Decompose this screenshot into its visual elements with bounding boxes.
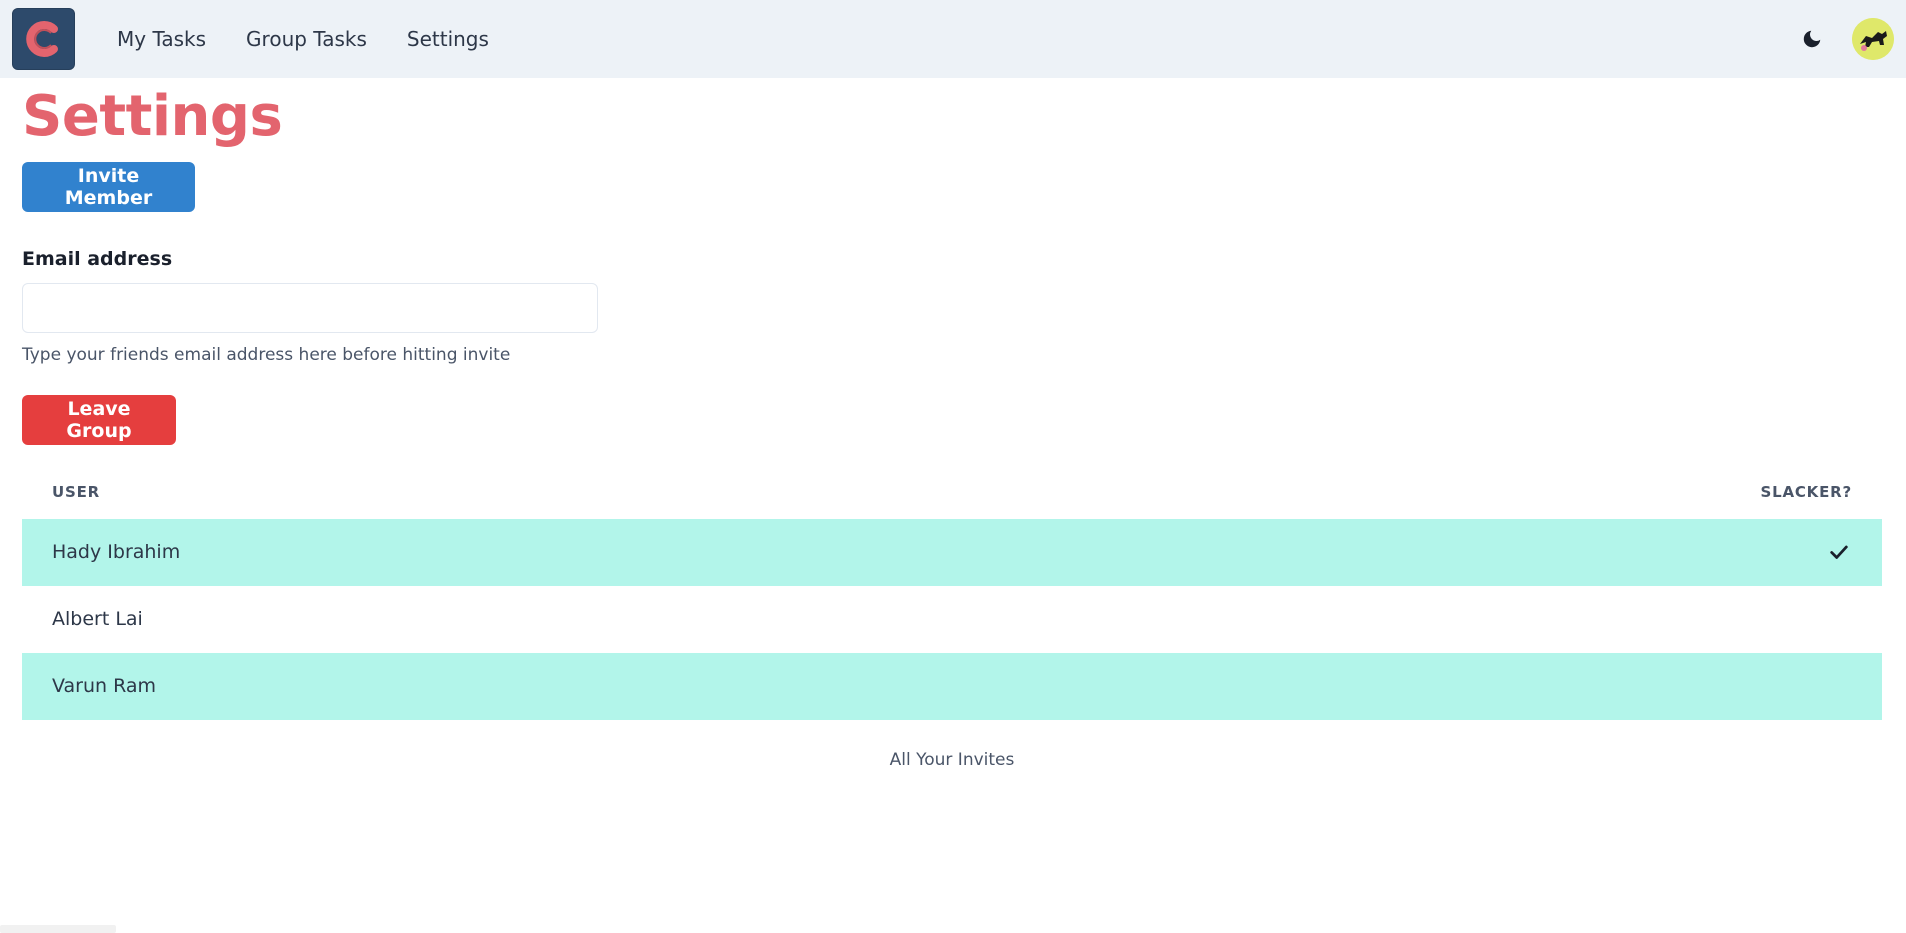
table-row: Varun Ram [22,652,1882,720]
email-input[interactable] [22,282,598,333]
table-caption: All Your Invites [889,749,1015,770]
invite-member-button[interactable]: Invite Member [22,161,195,212]
moon-icon[interactable] [1798,25,1826,53]
c-logo-icon[interactable] [12,8,75,70]
top-navbar: My Tasks Group Tasks Settings [0,0,1906,78]
header-slacker: SLACKER? [1760,482,1852,501]
settings-main: Settings Invite Member Email address Typ… [22,78,1882,770]
nav-settings[interactable]: Settings [407,27,489,51]
page-title: Settings [22,84,283,149]
table-row: Hady Ibrahim [22,518,1882,586]
header-user: USER [52,482,100,501]
user-name: Hady Ibrahim [52,541,181,564]
horizontal-scrollbar[interactable] [0,925,116,933]
nav-links: My Tasks Group Tasks Settings [117,27,489,51]
avatar-icon[interactable] [1852,18,1894,60]
check-icon [1826,539,1852,565]
user-name: Varun Ram [52,675,157,698]
user-name: Albert Lai [52,608,143,631]
nav-my-tasks[interactable]: My Tasks [117,27,206,51]
table-row: Albert Lai [22,586,1882,653]
email-helper-text: Type your friends email address here bef… [22,344,511,365]
nav-group-tasks[interactable]: Group Tasks [246,27,367,51]
nav-right [1798,18,1894,60]
members-table: USER SLACKER? Hady Ibrahim Albert Lai Va… [22,465,1882,720]
table-header: USER SLACKER? [22,465,1882,519]
email-label: Email address [22,247,173,270]
leave-group-button[interactable]: Leave Group [22,394,176,445]
